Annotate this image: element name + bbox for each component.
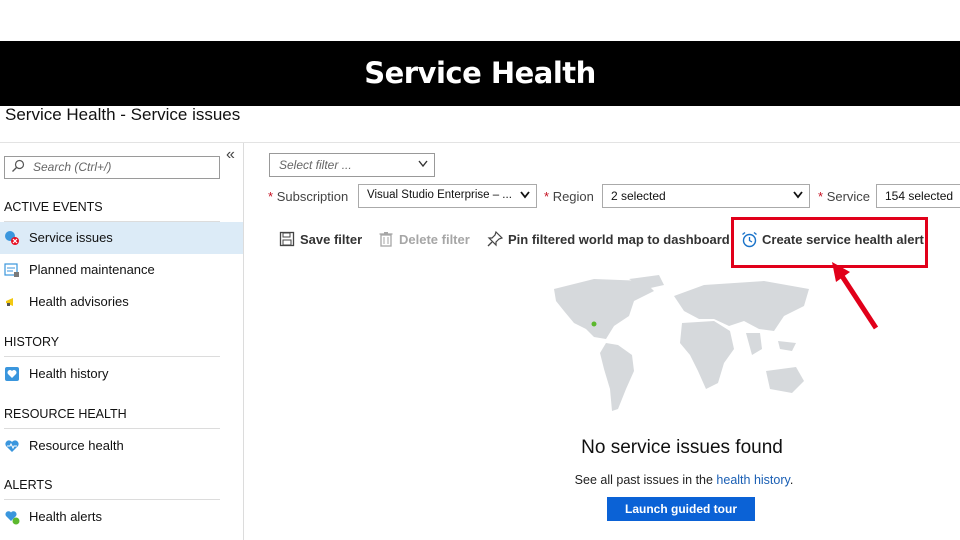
sidebar-item-label: Resource health	[29, 438, 124, 453]
required-mark: *	[544, 189, 550, 204]
delete-filter-label: Delete filter	[399, 232, 470, 247]
region-dropdown[interactable]: 2 selected	[602, 184, 810, 208]
chevron-down-icon	[793, 191, 803, 199]
world-map	[554, 275, 809, 411]
search-icon	[12, 159, 25, 172]
main-content: Select filter ... * Subscription Visual …	[244, 143, 960, 540]
sidebar-item-health-history[interactable]: Health history	[0, 358, 243, 390]
health-advisories-icon	[6, 298, 13, 306]
save-filter-button[interactable]: Save filter	[279, 231, 364, 249]
select-filter-dropdown[interactable]: Select filter ...	[269, 153, 435, 177]
subtitle-suffix: .	[789, 473, 794, 487]
service-label: * Service	[818, 189, 870, 204]
section-active-events: ACTIVE EVENTS	[4, 200, 220, 222]
empty-state-subtitle: See all past issues in the health histor…	[514, 473, 854, 487]
service-value: 154 selected	[885, 189, 954, 203]
subtitle-prefix: See all past issues in the	[574, 473, 717, 487]
required-mark: *	[818, 189, 824, 204]
save-filter-label: Save filter	[300, 232, 363, 247]
collapse-sidebar-button[interactable]: «	[226, 146, 235, 164]
sidebar-item-label: Service issues	[29, 230, 113, 245]
region-label: * Region	[544, 189, 594, 204]
planned-maintenance-icon	[4, 263, 19, 277]
heart-icon	[5, 440, 19, 452]
region-value: 2 selected	[611, 189, 666, 203]
empty-state-title: No service issues found	[581, 437, 783, 458]
chevron-down-icon	[520, 191, 530, 199]
subscription-label-text: Subscription	[276, 189, 349, 204]
save-icon	[279, 231, 295, 247]
section-alerts: ALERTS	[4, 478, 220, 500]
region-label-text: Region	[552, 189, 594, 204]
search-input[interactable]	[33, 158, 213, 176]
sidebar-item-label: Health alerts	[29, 509, 102, 524]
sidebar-item-label: Health advisories	[29, 294, 129, 309]
annotation-arrow	[832, 262, 879, 330]
map-dot	[591, 321, 597, 327]
search-box[interactable]	[4, 156, 220, 179]
service-dropdown[interactable]: 154 selected	[876, 184, 960, 208]
chevron-down-icon	[418, 160, 428, 168]
sidebar-item-planned-maintenance[interactable]: Planned maintenance	[0, 254, 243, 286]
pin-map-label: Pin filtered world map to dashboard	[508, 232, 730, 247]
subscription-value: Visual Studio Enterprise – ...	[367, 189, 512, 201]
sidebar-item-label: Health history	[29, 366, 109, 381]
pin-icon	[487, 231, 503, 247]
trash-icon	[379, 232, 393, 247]
health-history-icon	[5, 367, 19, 381]
required-mark: *	[268, 189, 274, 204]
health-alerts-icon	[5, 511, 20, 525]
sidebar: « ACTIVE EVENTS Service issues Planned m…	[0, 143, 244, 540]
subscription-label: * Subscription	[268, 189, 348, 204]
title-banner: Service Health	[0, 41, 960, 106]
sidebar-item-service-issues[interactable]: Service issues	[0, 222, 243, 254]
sidebar-item-resource-health[interactable]: Resource health	[0, 430, 243, 462]
pin-map-button[interactable]: Pin filtered world map to dashboard	[487, 231, 730, 249]
service-issues-icon	[5, 231, 19, 245]
sidebar-item-label: Planned maintenance	[29, 262, 155, 277]
section-history: HISTORY	[4, 335, 220, 357]
launch-guided-tour-button[interactable]: Launch guided tour	[607, 497, 755, 521]
banner-title: Service Health	[364, 56, 596, 90]
select-filter-placeholder: Select filter ...	[279, 158, 352, 172]
service-label-text: Service	[826, 189, 871, 204]
sidebar-item-health-alerts[interactable]: Health alerts	[0, 501, 243, 533]
section-resource-health: RESOURCE HEALTH	[4, 407, 220, 429]
page-title: Service Health - Service issues	[5, 105, 241, 124]
subscription-dropdown[interactable]: Visual Studio Enterprise – ...	[358, 184, 537, 208]
sidebar-item-health-advisories[interactable]: Health advisories	[0, 286, 243, 318]
health-history-link[interactable]: health history	[716, 473, 789, 487]
delete-filter-button[interactable]: Delete filter	[378, 231, 473, 249]
